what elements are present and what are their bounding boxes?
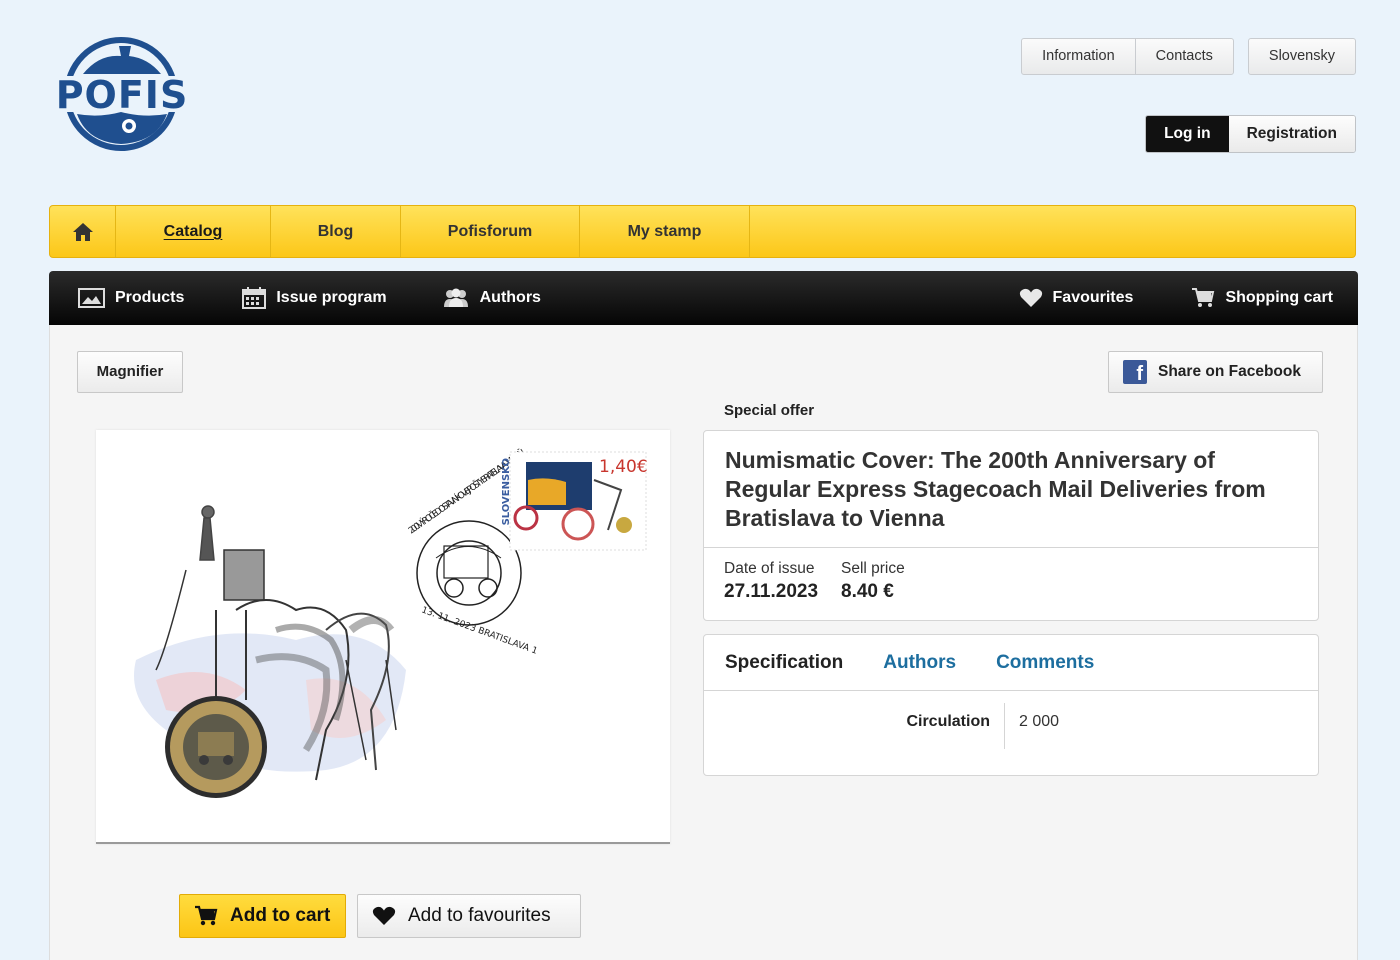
main-nav: Catalog Blog Pofisforum My stamp <box>49 205 1356 258</box>
nav-pofisforum[interactable]: Pofisforum <box>401 206 580 257</box>
date-of-issue-value: 27.11.2023 <box>724 581 819 602</box>
heart-icon <box>372 906 396 925</box>
nav-home[interactable] <box>50 206 116 257</box>
language-group: Slovensky <box>1247 38 1356 75</box>
cart-icon <box>1192 288 1215 307</box>
share-facebook-button[interactable]: f Share on Facebook <box>1108 351 1323 393</box>
stamp-country: SLOVENSKO <box>501 458 512 525</box>
sub-nav: Products Issue program Authors Favourite… <box>49 271 1358 325</box>
special-offer-label: Special offer <box>724 402 815 419</box>
subnav-authors[interactable]: Authors <box>442 271 541 325</box>
subnav-products[interactable]: Products <box>78 271 184 325</box>
nav-blog[interactable]: Blog <box>271 206 401 257</box>
heart-icon <box>1019 288 1042 307</box>
product-info-panel: Numismatic Cover: The 200th Anniversary … <box>703 430 1319 621</box>
subnav-shopping-cart-label: Shopping cart <box>1225 289 1333 306</box>
circulation-label: Circulation <box>906 713 990 730</box>
subnav-products-label: Products <box>115 289 185 306</box>
nav-catalog[interactable]: Catalog <box>116 206 271 257</box>
registration-button[interactable]: Registration <box>1228 116 1355 152</box>
calendar-icon <box>242 287 267 309</box>
product-image[interactable]: 200. VÝROČIE DOSTAVNÍKOVEJ POŠTY BRATISL… <box>96 430 670 844</box>
product-title: Numismatic Cover: The 200th Anniversary … <box>725 447 1266 531</box>
pofis-logo[interactable]: POFIS <box>53 36 191 154</box>
magnifier-button[interactable]: Magnifier <box>77 351 183 393</box>
divider <box>1004 703 1005 749</box>
tab-authors[interactable]: Authors <box>883 652 956 674</box>
image-icon <box>78 288 105 308</box>
auth-buttons: Log in Registration <box>1145 115 1356 153</box>
share-facebook-label: Share on Facebook <box>1158 363 1301 380</box>
tab-comments[interactable]: Comments <box>996 652 1094 674</box>
top-links: Information Contacts Slovensky <box>1021 38 1356 75</box>
coin-image <box>165 696 267 798</box>
tab-specification[interactable]: Specification <box>725 652 843 674</box>
add-to-cart-label: Add to cart <box>230 905 331 926</box>
information-link[interactable]: Information <box>1022 39 1135 74</box>
stamp-price: 1,40€ <box>599 457 648 477</box>
sell-price: Sell price 8.40 € <box>841 560 905 603</box>
nav-my-stamp[interactable]: My stamp <box>580 206 750 257</box>
sell-price-label: Sell price <box>841 560 905 577</box>
add-to-favourites-label: Add to favourites <box>408 905 551 926</box>
info-contact-group: Information Contacts <box>1021 38 1234 75</box>
people-icon <box>443 288 468 307</box>
add-to-favourites-button[interactable]: Add to favourites <box>357 894 581 938</box>
postmark-text-bottom: 13. 11. 2023 BRATISLAVA 1 <box>420 605 539 656</box>
details-tabs: Specification Authors Comments <box>704 635 1318 691</box>
subnav-issue-program-label: Issue program <box>276 289 387 306</box>
divider <box>704 547 1318 548</box>
sell-price-value: 8.40 € <box>841 581 894 602</box>
add-to-cart-button[interactable]: Add to cart <box>179 894 346 938</box>
subnav-issue-program[interactable]: Issue program <box>242 271 387 325</box>
subnav-shopping-cart[interactable]: Shopping cart <box>1191 271 1333 325</box>
subnav-authors-label: Authors <box>479 289 541 306</box>
login-button[interactable]: Log in <box>1146 116 1229 152</box>
contacts-link[interactable]: Contacts <box>1134 39 1233 74</box>
subnav-favourites[interactable]: Favourites <box>1019 271 1134 325</box>
circulation-value: 2 000 <box>1019 713 1060 730</box>
cart-icon <box>195 905 218 926</box>
logo-text: POFIS <box>56 73 189 117</box>
date-of-issue-label: Date of issue <box>724 560 815 577</box>
subnav-favourites-label: Favourites <box>1052 289 1134 306</box>
details-tabs-panel: Specification Authors Comments Circulati… <box>703 634 1319 776</box>
facebook-icon: f <box>1123 360 1147 385</box>
home-icon <box>72 222 93 241</box>
date-of-issue: Date of issue 27.11.2023 <box>724 560 818 603</box>
language-switch[interactable]: Slovensky <box>1249 39 1355 74</box>
